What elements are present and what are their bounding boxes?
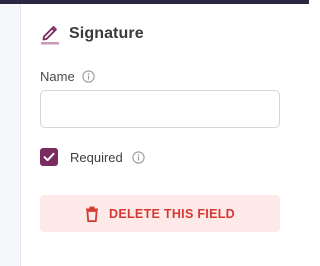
checkmark-icon: [43, 152, 55, 162]
name-input[interactable]: [40, 90, 280, 128]
info-icon[interactable]: [132, 150, 145, 164]
required-checkbox-row[interactable]: Required: [40, 147, 145, 167]
delete-field-button[interactable]: DELETE THIS FIELD: [40, 195, 280, 232]
name-field-label-row: Name: [40, 67, 95, 85]
section-title: Signature: [69, 25, 144, 42]
required-checkbox[interactable]: [40, 148, 58, 166]
left-rail: [0, 4, 21, 266]
trash-icon: [85, 206, 99, 222]
delete-field-label: DELETE THIS FIELD: [109, 206, 235, 221]
field-properties-panel: Signature Name Required DELETE THIS FIEL…: [21, 4, 309, 266]
required-label: Required: [70, 149, 123, 165]
name-field-label: Name: [40, 68, 75, 84]
info-icon[interactable]: [82, 69, 95, 83]
pencil-icon: [40, 23, 60, 45]
section-header: Signature: [40, 22, 144, 46]
